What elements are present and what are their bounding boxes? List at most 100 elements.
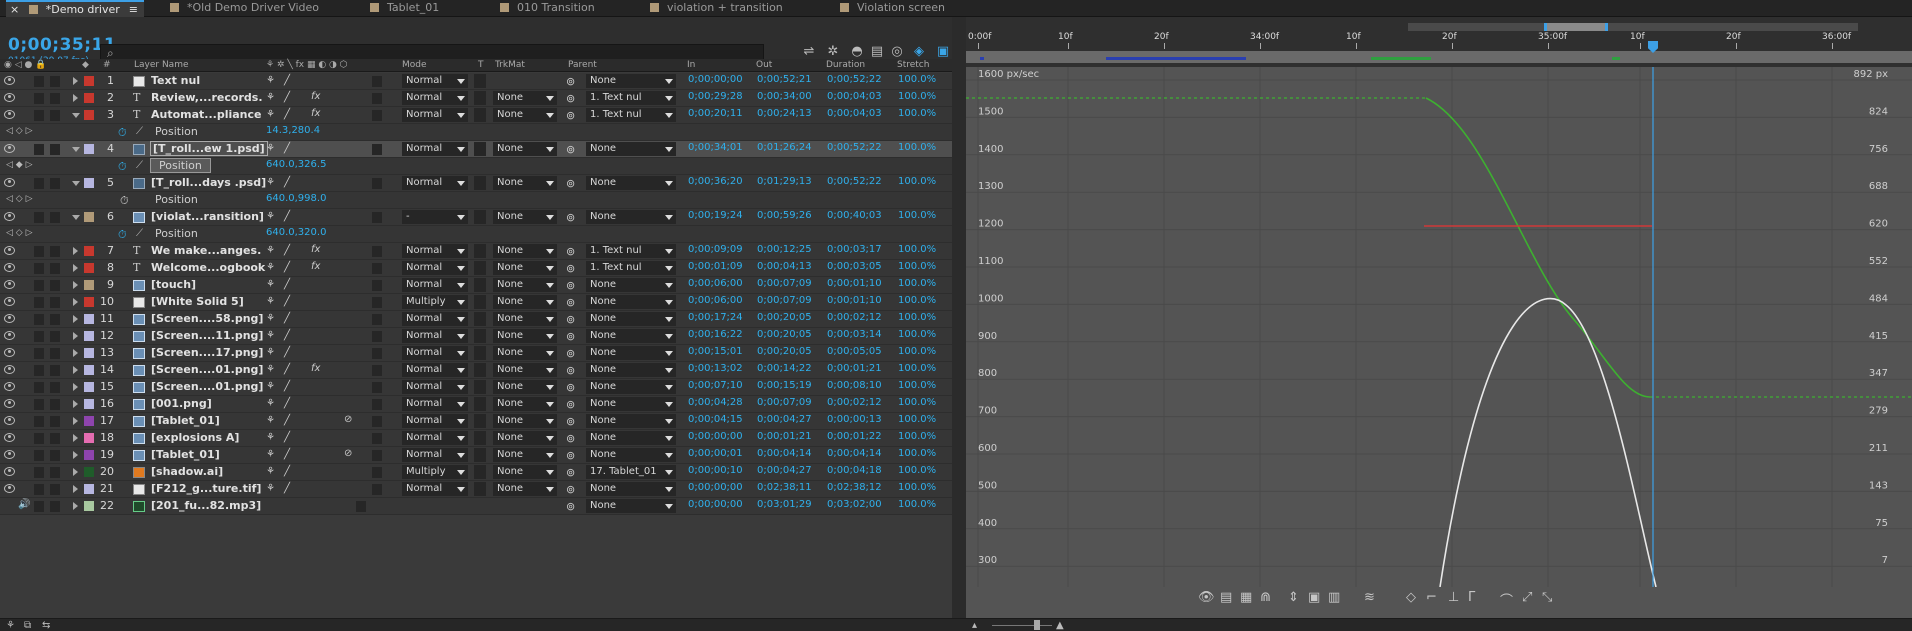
expand-arrow-icon[interactable] bbox=[73, 383, 78, 391]
parent-pickwhip-icon[interactable]: ⊚ bbox=[566, 347, 575, 360]
layer-name[interactable]: We make...anges. bbox=[151, 244, 261, 257]
stretch-value[interactable]: 100.0% bbox=[898, 142, 936, 153]
lock-box[interactable] bbox=[50, 450, 60, 461]
stretch-value[interactable]: 100.0% bbox=[898, 278, 936, 289]
out-time[interactable]: 0;00;20;05 bbox=[757, 329, 812, 340]
switch-box[interactable] bbox=[372, 76, 382, 87]
duration-time[interactable]: 0;00;02;12 bbox=[827, 397, 882, 408]
lock-box[interactable] bbox=[50, 246, 60, 257]
expand-arrow-icon[interactable] bbox=[73, 366, 78, 374]
solo-box[interactable] bbox=[34, 246, 44, 257]
mode-dropdown[interactable]: Normal bbox=[402, 363, 468, 377]
solo-box[interactable] bbox=[34, 365, 44, 376]
duration-time[interactable]: 0;00;03;14 bbox=[827, 329, 882, 340]
solo-box[interactable] bbox=[34, 467, 44, 478]
parent-dropdown[interactable]: 1. Text nul bbox=[586, 91, 676, 105]
stretch-value[interactable]: 100.0% bbox=[898, 91, 936, 102]
shy-switch-icon[interactable]: ⚘ bbox=[266, 245, 275, 256]
out-time[interactable]: 0;00;52;21 bbox=[757, 74, 812, 85]
parent-dropdown[interactable]: 1. Text nul bbox=[586, 108, 676, 122]
track-matte-preserve-box[interactable] bbox=[474, 448, 486, 462]
layer-name[interactable]: [T_roll...days .psd] bbox=[151, 176, 266, 189]
label-color-swatch[interactable] bbox=[84, 365, 94, 375]
switch-box[interactable] bbox=[372, 399, 382, 410]
expand-arrow-icon[interactable] bbox=[73, 247, 78, 255]
expand-arrow-icon[interactable] bbox=[73, 77, 78, 85]
layer-name[interactable]: [F212_g...ture.tif] bbox=[151, 482, 261, 495]
shy-switch-icon[interactable]: ⚘ bbox=[266, 211, 275, 222]
duration-time[interactable]: 0;00;03;05 bbox=[827, 261, 882, 272]
parent-pickwhip-icon[interactable]: ⊚ bbox=[566, 211, 575, 224]
visibility-eye-icon[interactable] bbox=[4, 365, 15, 374]
edit-keyframe-icon[interactable]: ◇ bbox=[1406, 590, 1416, 605]
trkmat-dropdown[interactable]: None bbox=[493, 91, 557, 105]
parent-pickwhip-icon[interactable]: ⊚ bbox=[566, 313, 575, 326]
convert-keyframe-icon[interactable]: ⌐ bbox=[1426, 590, 1437, 605]
parent-dropdown[interactable]: None bbox=[586, 397, 676, 411]
shy-switch-icon[interactable]: ⚘ bbox=[266, 381, 275, 392]
parent-dropdown[interactable]: None bbox=[586, 482, 676, 496]
shy-switch-icon[interactable]: ⚘ bbox=[266, 143, 275, 154]
label-color-swatch[interactable] bbox=[84, 416, 94, 426]
parent-pickwhip-icon[interactable]: ⊚ bbox=[566, 279, 575, 292]
keyframe-nav-icon[interactable]: ◁ ◇ ▷ bbox=[6, 194, 33, 204]
visibility-eye-icon[interactable] bbox=[4, 263, 15, 272]
parent-pickwhip-icon[interactable]: ⊚ bbox=[566, 92, 575, 105]
switch-box[interactable] bbox=[372, 484, 382, 495]
stretch-value[interactable]: 100.0% bbox=[898, 465, 936, 476]
mode-dropdown[interactable]: Multiply bbox=[402, 465, 468, 479]
visibility-eye-icon[interactable] bbox=[4, 484, 15, 493]
solo-box[interactable] bbox=[34, 348, 44, 359]
switch-box[interactable] bbox=[356, 501, 366, 512]
stretch-value[interactable]: 100.0% bbox=[898, 346, 936, 357]
quality-switch-icon[interactable]: ╱ bbox=[284, 347, 290, 358]
mode-dropdown[interactable]: Normal bbox=[402, 397, 468, 411]
parent-dropdown[interactable]: None bbox=[586, 414, 676, 428]
switch-box[interactable] bbox=[372, 110, 382, 121]
in-time[interactable]: 0;00;34;01 bbox=[688, 142, 743, 153]
fx-switch-icon[interactable]: fx bbox=[311, 91, 320, 102]
tab-menu-icon[interactable]: ≡ bbox=[129, 2, 138, 17]
label-color-swatch[interactable] bbox=[84, 314, 94, 324]
tab-4[interactable]: violation + transition bbox=[640, 0, 810, 17]
solo-box[interactable] bbox=[34, 314, 44, 325]
parent-pickwhip-icon[interactable]: ⊚ bbox=[566, 330, 575, 343]
solo-box[interactable] bbox=[34, 450, 44, 461]
trkmat-dropdown[interactable]: None bbox=[493, 465, 557, 479]
duration-time[interactable]: 0;00;04;03 bbox=[827, 108, 882, 119]
expand-arrow-icon[interactable] bbox=[73, 400, 78, 408]
label-color-swatch[interactable] bbox=[84, 93, 94, 103]
stretch-value[interactable]: 100.0% bbox=[898, 261, 936, 272]
property-value[interactable]: 640.0,326.5 bbox=[266, 159, 326, 170]
mode-dropdown[interactable]: Normal bbox=[402, 380, 468, 394]
layer-name[interactable]: [Tablet_01] bbox=[151, 448, 220, 461]
stretch-value[interactable]: 100.0% bbox=[898, 431, 936, 442]
track-matte-preserve-box[interactable] bbox=[474, 244, 486, 258]
mode-dropdown[interactable]: Normal bbox=[402, 142, 468, 156]
lock-box[interactable] bbox=[50, 484, 60, 495]
stopwatch-icon[interactable]: ⏱ bbox=[118, 228, 127, 242]
parent-pickwhip-icon[interactable]: ⊚ bbox=[566, 432, 575, 445]
track-matte-preserve-box[interactable] bbox=[474, 414, 486, 428]
expand-arrow-icon[interactable] bbox=[73, 417, 78, 425]
mode-dropdown[interactable]: Multiply bbox=[402, 295, 468, 309]
lock-box[interactable] bbox=[50, 433, 60, 444]
lock-box[interactable] bbox=[50, 297, 60, 308]
trkmat-dropdown[interactable]: None bbox=[493, 329, 557, 343]
solo-box[interactable] bbox=[34, 76, 44, 87]
keyframe-nav-icon[interactable]: ◁ ◇ ▷ bbox=[6, 228, 33, 238]
parent-dropdown[interactable]: None bbox=[586, 74, 676, 88]
quality-switch-icon[interactable]: ╱ bbox=[284, 364, 290, 375]
out-time[interactable]: 0;00;15;19 bbox=[757, 380, 812, 391]
in-time[interactable]: 0;00;01;09 bbox=[688, 261, 743, 272]
duration-time[interactable]: 0;00;08;10 bbox=[827, 380, 882, 391]
in-time[interactable]: 0;00;17;24 bbox=[688, 312, 743, 323]
label-color-swatch[interactable] bbox=[84, 246, 94, 256]
shy-switch-icon[interactable]: ⚘ bbox=[266, 415, 275, 426]
trkmat-dropdown[interactable]: None bbox=[493, 278, 557, 292]
layer-name[interactable]: Review,...records. bbox=[151, 91, 263, 104]
layer-name[interactable]: [Screen....01.png] bbox=[151, 363, 263, 376]
stretch-value[interactable]: 100.0% bbox=[898, 482, 936, 493]
fx-switch-icon[interactable]: fx bbox=[311, 244, 320, 255]
out-time[interactable]: 0;00;14;22 bbox=[757, 363, 812, 374]
